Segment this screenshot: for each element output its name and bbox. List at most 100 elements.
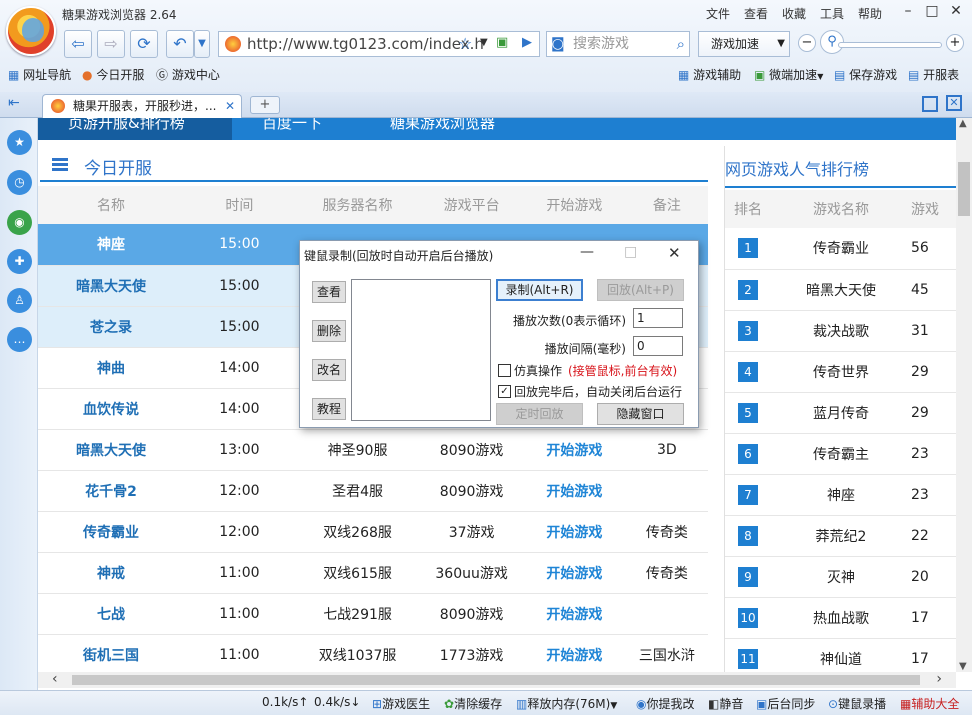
game-name-cell[interactable]: 街机三国 bbox=[38, 634, 184, 672]
start-game-link[interactable]: 开始游戏 bbox=[522, 470, 626, 512]
toolbar-game-assist[interactable]: ▦ 游戏辅助 bbox=[678, 66, 741, 83]
toolbox-icon[interactable]: ✚ bbox=[7, 249, 32, 274]
status-mute[interactable]: ◧静音 bbox=[708, 695, 743, 712]
view-button[interactable]: 查看 bbox=[312, 281, 346, 303]
sidebar-toggle-icon[interactable]: ⇤ bbox=[8, 95, 20, 111]
scroll-down-icon[interactable]: ▼ bbox=[959, 661, 967, 672]
rank-game-name[interactable]: 裁决战歌 bbox=[771, 310, 911, 352]
rank-game-name[interactable]: 热血战歌 bbox=[771, 597, 911, 639]
game-name-cell[interactable]: 神座 bbox=[38, 224, 184, 266]
maximize-icon[interactable]: □ bbox=[922, 3, 942, 19]
chevron-down-icon[interactable]: ▼ bbox=[777, 32, 785, 56]
ranking-row[interactable]: 1 传奇霸业 56 bbox=[725, 228, 956, 270]
undo-dropdown[interactable]: ▼ bbox=[194, 30, 210, 58]
horizontal-scrollbar[interactable]: ‹ › bbox=[38, 671, 956, 688]
hide-window-button[interactable]: 隐藏窗口 bbox=[597, 403, 684, 425]
ranking-row[interactable]: 5 蓝月传奇 29 bbox=[725, 392, 956, 434]
scroll-up-icon[interactable]: ▲ bbox=[959, 118, 967, 129]
ranking-row[interactable]: 10 热血战歌 17 bbox=[725, 597, 956, 639]
game-name-cell[interactable]: 苍之录 bbox=[38, 306, 184, 348]
status-free-memory[interactable]: ▥释放内存(76M)▼ bbox=[516, 695, 617, 712]
game-name-cell[interactable]: 神曲 bbox=[38, 347, 184, 389]
search-input[interactable]: ◙ 搜索游戏 ⌕ bbox=[546, 31, 690, 57]
close-page-icon[interactable]: ✕ bbox=[946, 95, 962, 111]
restore-icon[interactable] bbox=[922, 96, 938, 112]
game-speed-button[interactable]: 游戏加速 ▼ bbox=[698, 31, 790, 57]
ranking-row[interactable]: 11 神仙道 17 bbox=[725, 638, 956, 672]
menu-file[interactable]: 文件 bbox=[706, 5, 730, 22]
table-row[interactable]: 暗黑大天使 13:00 神圣90服 8090游戏 开始游戏 3D bbox=[38, 429, 708, 471]
status-clear-cache[interactable]: ✿清除缓存 bbox=[444, 695, 502, 712]
star-icon[interactable]: ☆ bbox=[458, 34, 472, 53]
undo-button[interactable]: ↶ bbox=[166, 30, 194, 58]
menu-tools[interactable]: 工具 bbox=[820, 5, 844, 22]
ranking-row[interactable]: 7 神座 23 bbox=[725, 474, 956, 516]
strip-link-browser[interactable]: 糖果游戏浏览器 bbox=[390, 118, 495, 133]
start-game-link[interactable]: 开始游戏 bbox=[522, 593, 626, 635]
interval-input[interactable]: 0 bbox=[633, 336, 683, 356]
table-row[interactable]: 七战 11:00 七战291服 8090游戏 开始游戏 bbox=[38, 593, 708, 635]
game-name-cell[interactable]: 花千骨2 bbox=[38, 470, 184, 512]
start-game-link[interactable]: 开始游戏 bbox=[522, 634, 626, 672]
rank-game-name[interactable]: 神座 bbox=[771, 474, 911, 516]
close-window-icon[interactable]: ✕ bbox=[946, 3, 966, 19]
table-row[interactable]: 花千骨2 12:00 圣君4服 8090游戏 开始游戏 bbox=[38, 470, 708, 512]
start-game-link[interactable]: 开始游戏 bbox=[522, 552, 626, 594]
game-name-cell[interactable]: 血饮传说 bbox=[38, 388, 184, 430]
rank-game-name[interactable]: 暗黑大天使 bbox=[771, 269, 911, 311]
simulate-checkbox[interactable] bbox=[498, 364, 511, 377]
dialog-minimize-icon[interactable]: — bbox=[580, 244, 594, 260]
game-name-cell[interactable]: 传奇霸业 bbox=[38, 511, 184, 553]
ranking-row[interactable]: 9 灭神 20 bbox=[725, 556, 956, 598]
rank-game-name[interactable]: 蓝月传奇 bbox=[771, 392, 911, 434]
gamepad-icon[interactable]: ◉ bbox=[7, 210, 32, 235]
refresh-button[interactable]: ⟳ bbox=[130, 30, 158, 58]
vertical-scrollbar[interactable]: ▲ ▼ bbox=[956, 118, 972, 672]
scroll-left-icon[interactable]: ‹ bbox=[52, 671, 58, 687]
rank-game-name[interactable]: 传奇霸主 bbox=[771, 433, 911, 475]
game-name-cell[interactable]: 暗黑大天使 bbox=[38, 265, 184, 307]
toolbar-save-game[interactable]: ▤ 保存游戏 bbox=[834, 66, 897, 83]
close-tab-icon[interactable]: ✕ bbox=[225, 95, 235, 117]
status-macro-record[interactable]: ⊙键鼠录播 bbox=[828, 695, 886, 712]
record-button[interactable]: 录制(Alt+R) bbox=[496, 279, 583, 301]
start-game-link[interactable]: 开始游戏 bbox=[522, 429, 626, 471]
menu-view[interactable]: 查看 bbox=[744, 5, 768, 22]
forward-button[interactable]: ⇨ bbox=[97, 30, 125, 58]
ranking-row[interactable]: 3 裁决战歌 31 bbox=[725, 310, 956, 352]
table-row[interactable]: 神戒 11:00 双线615服 360uu游戏 开始游戏 传奇类 bbox=[38, 552, 708, 594]
autoclose-checkbox[interactable]: ✓ bbox=[498, 385, 511, 398]
status-assist-all[interactable]: ▦辅助大全 bbox=[900, 695, 959, 712]
game-name-cell[interactable]: 神戒 bbox=[38, 552, 184, 594]
delete-button[interactable]: 删除 bbox=[312, 320, 346, 342]
minimize-icon[interactable]: – bbox=[898, 3, 918, 19]
chat-icon[interactable]: … bbox=[7, 327, 32, 352]
bookmark-today[interactable]: ● 今日开服 bbox=[82, 66, 144, 83]
speed-slider[interactable] bbox=[838, 42, 942, 48]
rank-game-name[interactable]: 莽荒纪2 bbox=[771, 515, 911, 557]
url-text[interactable]: http://www.tg0123.com/index.h bbox=[247, 32, 484, 56]
strip-link-rankings[interactable]: 页游开服&排行榜 bbox=[68, 118, 185, 133]
cleaner-icon[interactable]: ♙ bbox=[7, 288, 32, 313]
menu-help[interactable]: 帮助 bbox=[858, 5, 882, 22]
dialog-close-icon[interactable]: ✕ bbox=[668, 244, 681, 262]
favorites-star-icon[interactable]: ★ bbox=[7, 130, 32, 155]
page-icon[interactable]: ▣ bbox=[496, 35, 508, 50]
go-icon[interactable]: ▶ bbox=[522, 35, 532, 50]
toolbar-micro-accel[interactable]: ▣ 微端加速▼ bbox=[754, 66, 823, 83]
status-bg-sync[interactable]: ▣后台同步 bbox=[756, 695, 815, 712]
rank-game-name[interactable]: 传奇世界 bbox=[771, 351, 911, 393]
url-dropdown-icon[interactable]: ▼ bbox=[480, 37, 488, 48]
rank-game-name[interactable]: 传奇霸业 bbox=[771, 228, 911, 270]
game-name-cell[interactable]: 暗黑大天使 bbox=[38, 429, 184, 471]
bookmark-game-center[interactable]: Ⓖ 游戏中心 bbox=[156, 66, 220, 83]
replay-count-input[interactable]: 1 bbox=[633, 308, 683, 328]
recording-list[interactable] bbox=[351, 279, 491, 421]
address-bar[interactable]: http://www.tg0123.com/index.h bbox=[218, 31, 540, 57]
back-button[interactable]: ⇦ bbox=[64, 30, 92, 58]
ranking-row[interactable]: 8 莽荒纪2 22 bbox=[725, 515, 956, 557]
horizontal-scroll-thumb[interactable] bbox=[72, 675, 920, 685]
tab-active[interactable]: 糖果开服表，开服秒进，... ✕ bbox=[42, 94, 242, 118]
ranking-row[interactable]: 4 传奇世界 29 bbox=[725, 351, 956, 393]
game-name-cell[interactable]: 七战 bbox=[38, 593, 184, 635]
